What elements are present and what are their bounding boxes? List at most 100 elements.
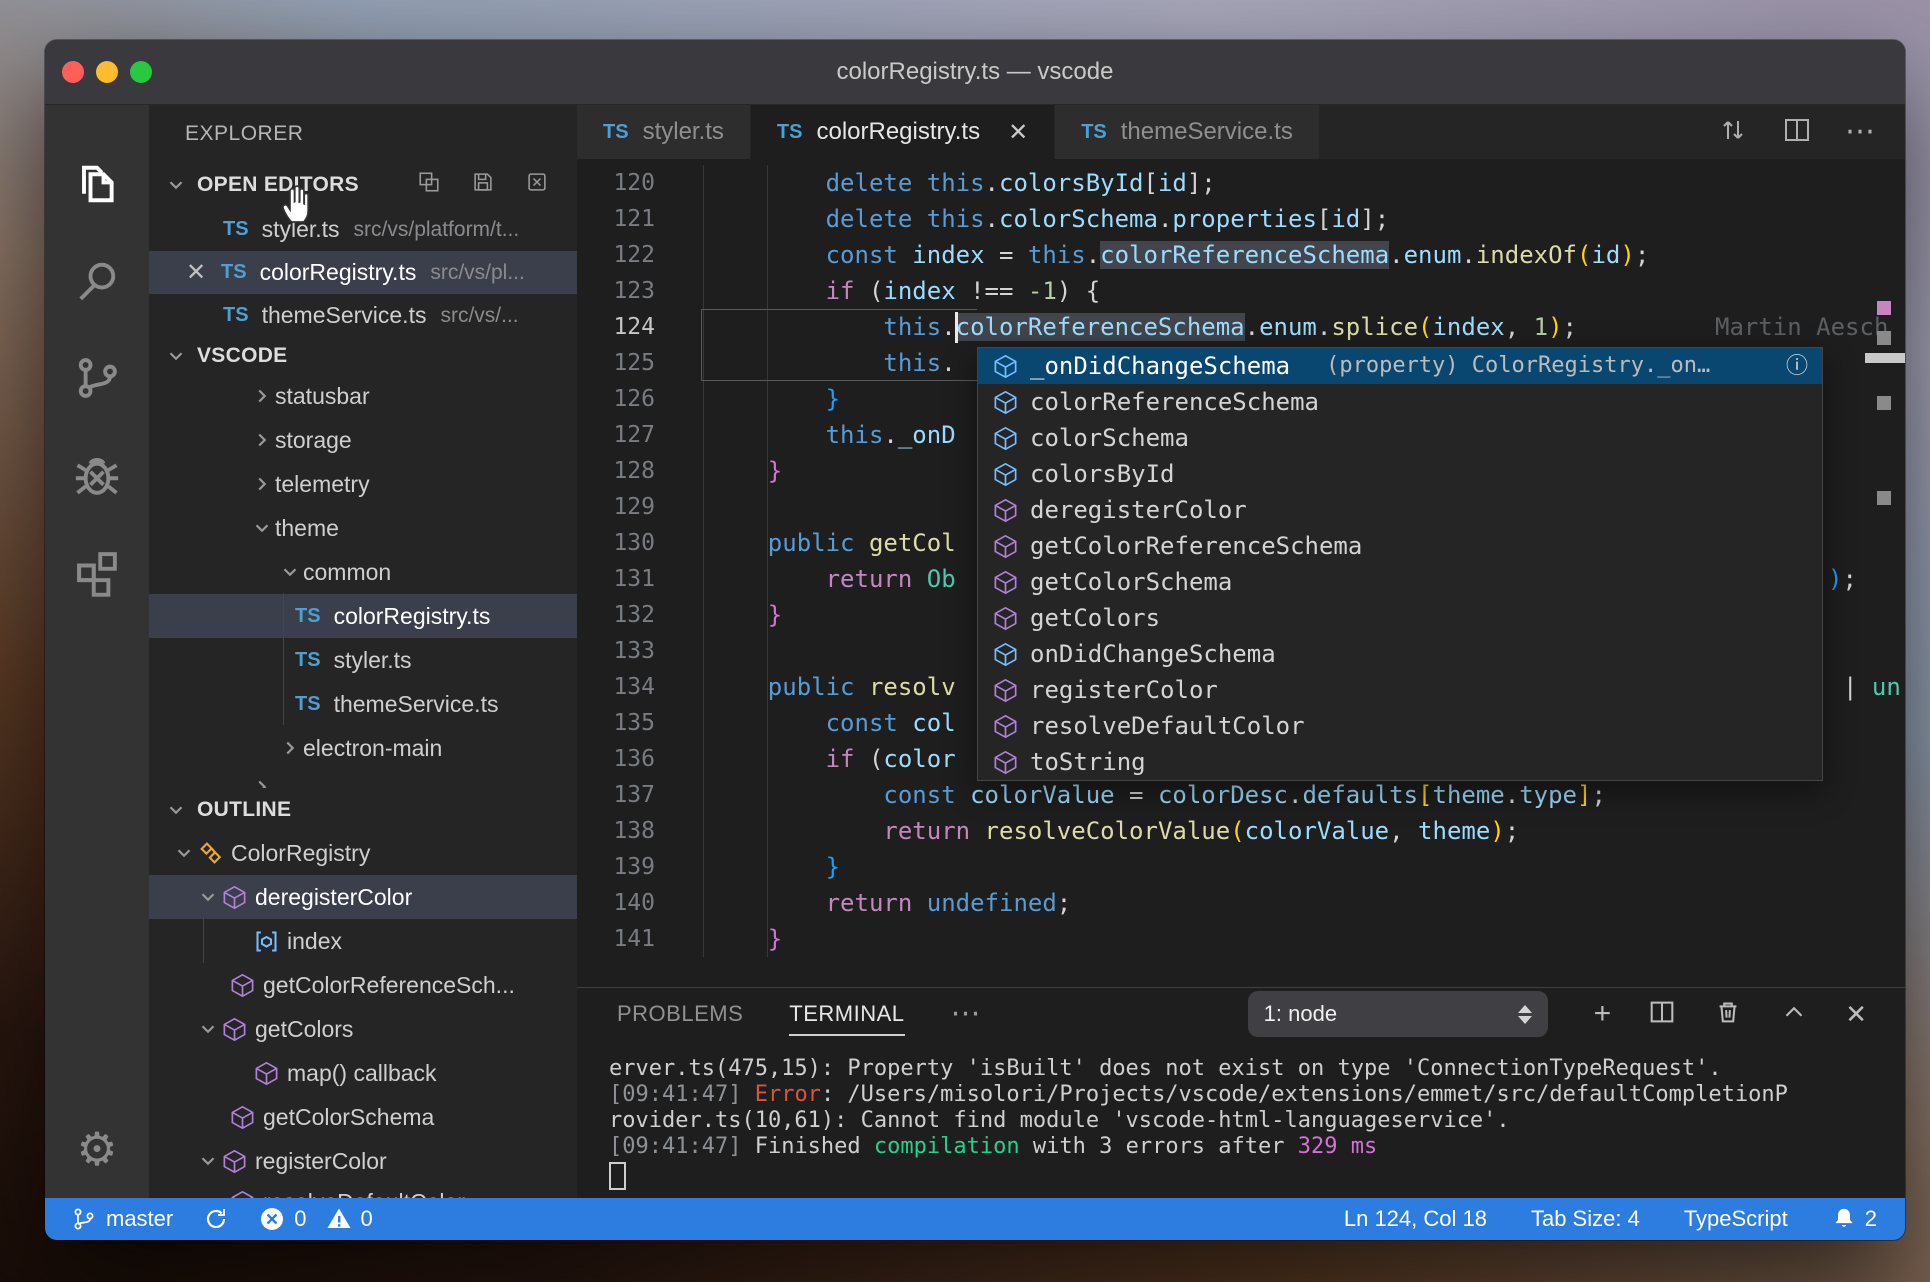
kill-terminal-icon[interactable] [1713, 997, 1743, 1032]
symbol-method-icon [992, 497, 1030, 524]
tree-item[interactable]: TS styler.ts [149, 638, 577, 682]
open-editor-item[interactable]: TS styler.ts src/vs/platform/t... [149, 208, 577, 251]
debug-icon[interactable] [45, 426, 149, 523]
code-line[interactable]: 122 const index = this.colorReferenceSch… [577, 237, 1905, 273]
split-terminal-icon[interactable] [1647, 997, 1677, 1032]
line-number: 138 [613, 818, 655, 844]
compare-icon[interactable] [1717, 114, 1749, 151]
suggestion-item[interactable]: getColorSchema [978, 564, 1822, 600]
close-icon[interactable]: ✕ [1008, 118, 1028, 147]
close-all-editors-icon[interactable] [523, 168, 551, 202]
outline-item[interactable]: registerColor [149, 1139, 577, 1183]
split-editor-icon[interactable] [1781, 114, 1813, 151]
code-line[interactable]: 139 } [577, 849, 1905, 885]
code-line[interactable]: 138 return resolveColorValue(colorValue,… [577, 813, 1905, 849]
chevron-right-icon [249, 385, 275, 407]
folder-section-header[interactable]: VSCODE [149, 337, 577, 374]
maximize-panel-icon[interactable] [1779, 997, 1809, 1032]
outline-item[interactable]: deregisterColor [149, 875, 577, 919]
tab-styler.ts[interactable]: TS styler.ts [577, 105, 751, 159]
save-all-icon[interactable] [469, 168, 497, 202]
explorer-icon[interactable] [45, 135, 149, 232]
cursor-position-item[interactable]: Ln 124, Col 18 [1344, 1206, 1487, 1232]
open-editor-item[interactable]: TS themeService.ts src/vs/... [149, 294, 577, 337]
editor-layout-icon[interactable] [415, 168, 443, 202]
overview-ruler-mark [1877, 301, 1891, 315]
code-line[interactable]: 140 return undefined; [577, 885, 1905, 921]
outline-header[interactable]: OUTLINE [149, 788, 577, 831]
title-bar[interactable]: colorRegistry.ts — vscode [45, 40, 1905, 105]
tab-problems[interactable]: PROBLEMS [617, 1001, 743, 1027]
open-editors-header[interactable]: OPEN EDITORS [149, 162, 577, 208]
suggestion-item[interactable]: colorsById [978, 456, 1822, 492]
ts-badge: TS [1081, 120, 1107, 143]
close-window-button[interactable] [62, 61, 84, 83]
explorer-sidebar: EXPLORER OPEN EDITORS TS styler.ts src/vs/… [149, 105, 577, 1198]
tree-item[interactable]: TS colorRegistry.ts [149, 594, 577, 638]
minimize-window-button[interactable] [96, 61, 118, 83]
terminal-cursor-line [609, 1160, 1905, 1197]
tab-size-item[interactable]: Tab Size: 4 [1531, 1206, 1640, 1232]
suggestion-item[interactable]: colorReferenceSchema [978, 384, 1822, 420]
language-mode-item[interactable]: TypeScript [1684, 1206, 1788, 1232]
suggestion-item[interactable]: getColors [978, 600, 1822, 636]
code-line[interactable]: 120 delete this.colorsById[id]; [577, 165, 1905, 201]
tree-item[interactable] [149, 770, 577, 788]
folder-section-label: VSCODE [197, 343, 288, 367]
suggestion-item[interactable]: toString [978, 744, 1822, 780]
tree-item[interactable]: storage [149, 418, 577, 462]
code-editor[interactable]: 120 delete this.colorsById[id]; 121 delet… [577, 159, 1905, 987]
line-number: 131 [613, 566, 655, 592]
zoom-window-button[interactable] [130, 61, 152, 83]
notifications-item[interactable]: 2 [1832, 1206, 1877, 1232]
terminal-select-value: 1: node [1263, 1001, 1338, 1026]
new-terminal-icon[interactable]: + [1594, 997, 1612, 1031]
chevron-down-icon [277, 561, 303, 583]
suggestion-item[interactable]: registerColor [978, 672, 1822, 708]
outline-item[interactable]: resolveDefaultColor [149, 1183, 577, 1198]
code-line[interactable]: 123 if (index !== -1) { [577, 273, 1905, 309]
terminal-cursor [609, 1162, 626, 1190]
tree-item[interactable]: TS themeService.ts [149, 682, 577, 726]
tree-item[interactable]: theme [149, 506, 577, 550]
tree-item[interactable]: telemetry [149, 462, 577, 506]
outline-item[interactable]: getColorSchema [149, 1095, 577, 1139]
tab-themeService.ts[interactable]: TS themeService.ts [1055, 105, 1320, 159]
outline-item[interactable]: ColorRegistry [149, 831, 577, 875]
close-icon[interactable]: ✕ [183, 258, 209, 287]
tree-item[interactable]: electron-main [149, 726, 577, 770]
info-icon[interactable]: ⓘ [1786, 348, 1808, 384]
outline-item[interactable]: getColorReferenceSch... [149, 963, 577, 1007]
code-line[interactable]: 137 const colorValue = colorDesc.default… [577, 777, 1905, 813]
outline-item[interactable]: map() callback [149, 1051, 577, 1095]
open-editors-list: TS styler.ts src/vs/platform/t... ✕ TS colorR… [149, 208, 577, 337]
suggestion-item[interactable]: onDidChangeSchema [978, 636, 1822, 672]
tab-colorRegistry.ts[interactable]: TS colorRegistry.ts ✕ [750, 105, 1056, 159]
tree-item[interactable]: statusbar [149, 374, 577, 418]
activity-bar: ⚙ [45, 105, 149, 1198]
git-branch-item[interactable]: master [71, 1206, 173, 1232]
terminal-output[interactable]: erver.ts(475,15): Property 'isBuilt' doe… [577, 1040, 1905, 1198]
suggestion-item[interactable]: _onDidChangeSchema (property) ColorRegist… [978, 348, 1822, 384]
code-line[interactable]: 121 delete this.colorSchema.properties[i… [577, 201, 1905, 237]
sync-icon[interactable] [203, 1206, 229, 1232]
tree-item[interactable]: common [149, 550, 577, 594]
problems-item[interactable]: 0 0 [259, 1206, 373, 1232]
outline-item[interactable]: getColors [149, 1007, 577, 1051]
outline-item[interactable]: index [149, 919, 577, 963]
symbol-method-icon [221, 1148, 255, 1175]
suggestion-item[interactable]: resolveDefaultColor [978, 708, 1822, 744]
search-icon[interactable] [45, 232, 149, 329]
suggestion-item[interactable]: colorSchema [978, 420, 1822, 456]
warning-count: 0 [360, 1206, 373, 1231]
open-editor-item[interactable]: ✕ TS colorRegistry.ts src/vs/pl... [149, 251, 577, 294]
source-control-icon[interactable] [45, 329, 149, 426]
terminal-select[interactable]: 1: node [1247, 991, 1548, 1037]
close-panel-icon[interactable]: ✕ [1845, 999, 1867, 1030]
tab-terminal[interactable]: TERMINAL [789, 1001, 905, 1036]
suggestion-item[interactable]: getColorReferenceSchema [978, 528, 1822, 564]
suggestion-item[interactable]: deregisterColor [978, 492, 1822, 528]
settings-gear-icon[interactable]: ⚙ [45, 1122, 149, 1176]
code-line[interactable]: 141 } [577, 921, 1905, 957]
extensions-icon[interactable] [45, 523, 149, 620]
